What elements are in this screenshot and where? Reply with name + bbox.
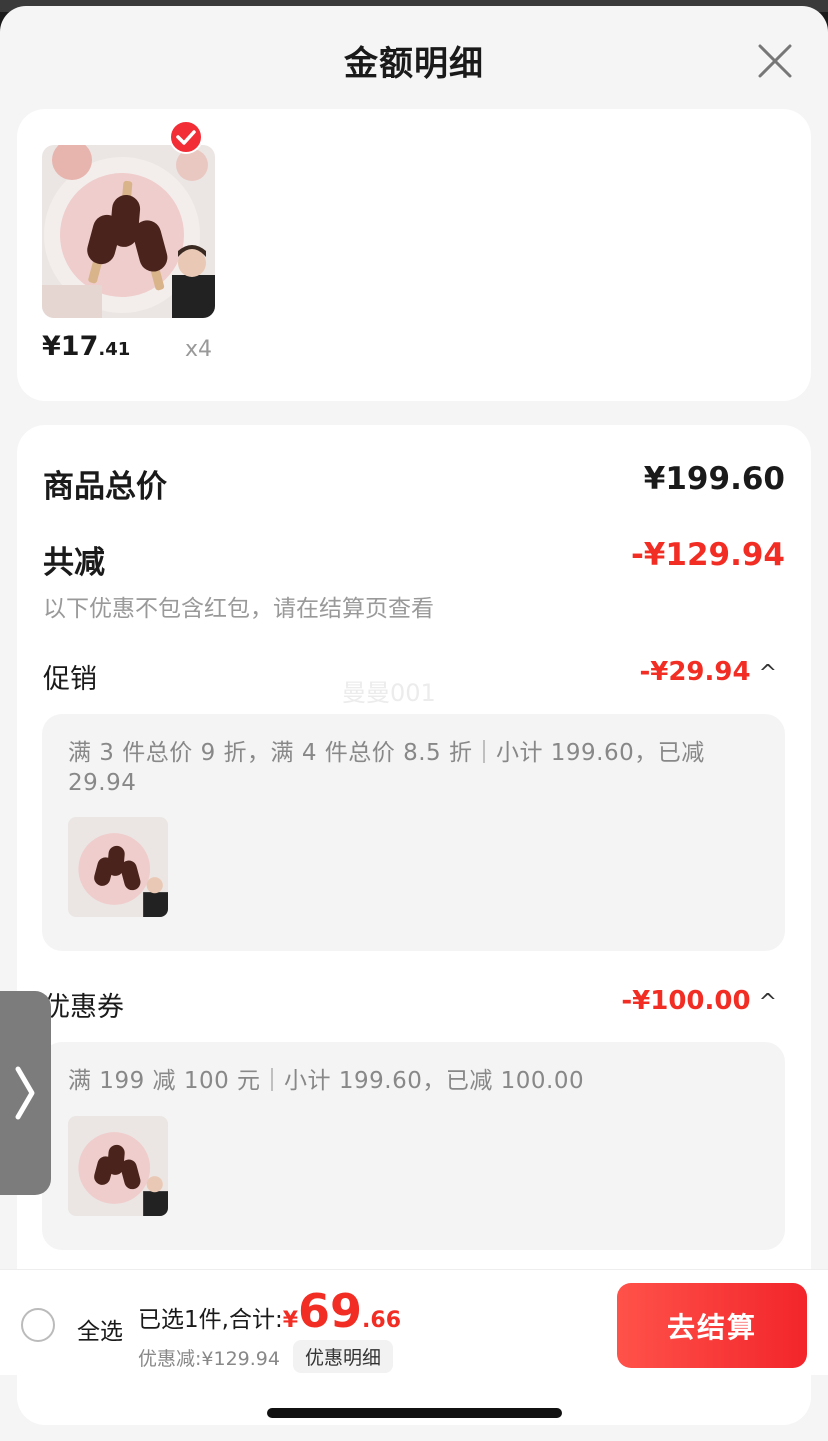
ice-cream-photo	[68, 817, 168, 917]
coupon-value: -¥100.00	[621, 986, 751, 1016]
selected-count-text: 已选1件,合计:	[138, 1307, 283, 1333]
product-image[interactable]	[42, 145, 215, 318]
selected-check-badge[interactable]	[169, 120, 203, 154]
total-reduction-value: -¥129.94	[630, 537, 785, 573]
promotion-label: 促销	[43, 664, 97, 695]
total-price-label: 商品总价	[43, 469, 167, 505]
total-integer: 69	[298, 1284, 363, 1338]
side-expand-tab[interactable]	[0, 991, 51, 1195]
sheet-title: 金额明细	[344, 44, 484, 84]
promotion-detail-box: 满 3 件总价 9 折，满 4 件总价 8.5 折｜小计 199.60，已减 2…	[42, 714, 785, 951]
home-indicator	[267, 1408, 562, 1418]
total-currency: ¥	[282, 1308, 299, 1333]
chevron-up-icon: ^	[758, 990, 777, 1015]
coupon-detail-text: 满 199 减 100 元｜小计 199.60，已减 100.00	[68, 1068, 585, 1094]
coupon-toggle[interactable]: -¥100.00 ^	[621, 986, 777, 1016]
close-icon[interactable]	[756, 42, 794, 80]
product-quantity: x4	[185, 337, 213, 362]
coupon-product-image	[68, 1116, 168, 1216]
chevron-up-icon: ^	[758, 661, 777, 686]
promotion-detail-text: 满 3 件总价 9 折，满 4 件总价 8.5 折｜小计 199.60，已减 2…	[68, 740, 705, 796]
checkout-button[interactable]: 去结算	[617, 1283, 807, 1368]
amount-detail-sheet: 金额明细 ¥17.41 x4 商品总价 ¥199.60 共减 -¥129.94 …	[0, 6, 828, 1441]
total-price-value: ¥199.60	[643, 461, 785, 497]
order-summary: 已选1件,合计:¥69.66	[138, 1284, 401, 1338]
discount-summary: 优惠减:¥129.94	[138, 1348, 280, 1370]
discount-detail-button[interactable]: 优惠明细	[293, 1340, 394, 1373]
total-decimal: .66	[362, 1308, 402, 1333]
checkmark-icon	[176, 130, 196, 145]
chevron-right-icon	[15, 1066, 35, 1120]
product-card: ¥17.41 x4	[17, 109, 811, 401]
price-integer: ¥17	[42, 331, 99, 362]
price-decimal: .41	[98, 339, 131, 360]
ice-cream-photo	[68, 1116, 168, 1216]
promotion-product-image	[68, 817, 168, 917]
total-reduction-label: 共减	[43, 545, 105, 581]
watermark: 曼曼001	[342, 679, 436, 707]
discount-note: 以下优惠不包含红包，请在结算页查看	[43, 596, 434, 622]
coupon-detail-box: 满 199 减 100 元｜小计 199.60，已减 100.00	[42, 1042, 785, 1250]
ice-cream-photo	[42, 145, 215, 318]
select-all-radio[interactable]	[21, 1308, 55, 1342]
select-all-label[interactable]: 全选	[77, 1312, 123, 1346]
promotion-value: -¥29.94	[639, 657, 751, 687]
checkout-bar: 全选 已选1件,合计:¥69.66 优惠减:¥129.94 优惠明细 去结算	[0, 1269, 828, 1375]
product-price: ¥17.41	[42, 331, 130, 362]
sheet-header: 金额明细	[0, 6, 828, 106]
promotion-toggle[interactable]: -¥29.94 ^	[639, 657, 777, 687]
coupon-label: 优惠券	[43, 992, 124, 1023]
